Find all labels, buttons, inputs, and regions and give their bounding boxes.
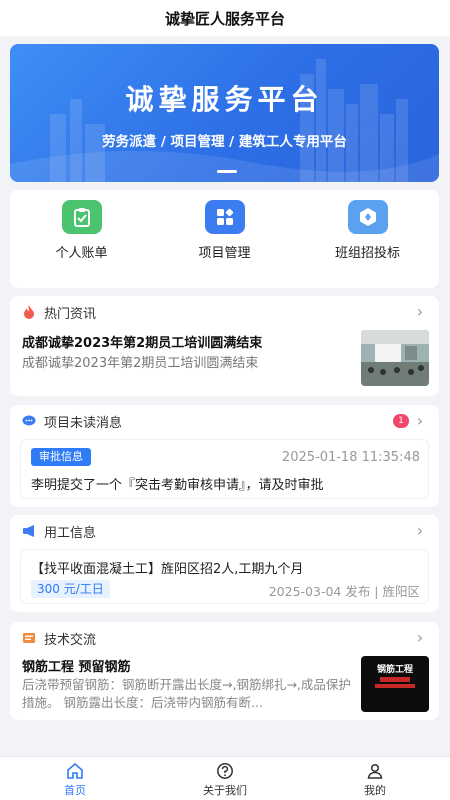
question-circle-icon — [217, 763, 233, 779]
hot-news-card[interactable]: 热门资讯 › 成都诚挚2023年第2期员工培训圆满结束 成都诚挚2023年第2期… — [10, 296, 439, 396]
section-title: 项目未读消息 — [44, 415, 123, 431]
tech-thumbnail[interactable]: 钢筋工程 — [361, 656, 429, 712]
grid-apps-icon — [204, 200, 245, 234]
chevron-right-icon[interactable]: › — [413, 630, 427, 646]
chevron-right-icon[interactable]: › — [413, 304, 427, 320]
clipboard-check-icon — [61, 200, 102, 234]
quick-action-label: 个人账单 — [55, 246, 108, 261]
tech-exchange-card[interactable]: 技术交流 › 钢筋工程 预留钢筋 后浇带预留钢筋：钢筋断开露出长度→,钢筋绑扎→… — [10, 622, 439, 720]
tech-thumbnail-text: 钢筋工程 — [376, 665, 413, 675]
tech-header: 技术交流 › — [10, 622, 439, 654]
message-text: 李明提交了一个『突击考勤审核申请』，请及时审批 — [31, 478, 324, 493]
app-title: 诚挚匠人服务平台 — [164, 9, 285, 28]
job-info-card[interactable]: 用工信息 › 【找平收面混凝土工】旌阳区招2人,工期九个月 300 元/工日 2… — [10, 515, 439, 612]
jobs-header: 用工信息 › — [10, 515, 439, 547]
quick-action-project-management[interactable]: 项目管理 — [170, 200, 280, 288]
tab-home[interactable]: 首页 — [0, 757, 150, 800]
tab-label: 我的 — [364, 784, 386, 797]
salary-tag: 300 元/工日 — [31, 580, 110, 598]
section-title: 热门资讯 — [44, 306, 97, 322]
home-icon — [67, 762, 83, 779]
banner-carousel[interactable]: 诚挚服务平台 劳务派遣 / 项目管理 / 建筑工人专用平台 — [10, 44, 439, 182]
job-item[interactable]: 【找平收面混凝土工】旌阳区招2人,工期九个月 300 元/工日 2025-03-… — [20, 549, 429, 604]
message-item[interactable]: 审批信息 2025-01-18 11:35:48 李明提交了一个『突击考勤审核申… — [20, 439, 429, 499]
job-title: 【找平收面混凝土工】旌阳区招2人,工期九个月 — [31, 562, 304, 577]
unread-messages-card[interactable]: 项目未读消息 1 › 审批信息 2025-01-18 11:35:48 李明提交… — [10, 405, 439, 507]
message-time: 2025-01-18 11:35:48 — [281, 450, 420, 465]
banner-subtitle: 劳务派遣 / 项目管理 / 建筑工人专用平台 — [102, 134, 347, 150]
quick-actions: 个人账单 项目管理 班组招投标 — [10, 190, 439, 288]
unread-count-badge: 1 — [393, 414, 409, 428]
quick-action-label: 项目管理 — [198, 246, 251, 261]
hot-news-header: 热门资讯 › — [10, 296, 439, 328]
banner-title: 诚挚服务平台 — [125, 83, 324, 116]
tab-label: 关于我们 — [203, 784, 247, 797]
bottom-tab-bar: 首页 关于我们 我的 — [0, 756, 450, 800]
hexagon-icon — [347, 200, 388, 234]
chevron-right-icon[interactable]: › — [413, 413, 427, 429]
quick-action-label: 班组招投标 — [334, 246, 400, 261]
thumbnail-red-bar — [375, 684, 415, 688]
tech-headline[interactable]: 钢筋工程 预留钢筋 — [22, 656, 131, 675]
user-icon — [367, 763, 383, 779]
tab-mine[interactable]: 我的 — [300, 757, 450, 800]
news-thumbnail[interactable] — [361, 330, 429, 386]
news-headline[interactable]: 成都诚挚2023年第2期员工培训圆满结束 — [22, 332, 262, 351]
section-title: 用工信息 — [44, 525, 97, 541]
quick-action-team-bidding[interactable]: 班组招投标 — [313, 200, 423, 288]
megaphone-icon — [22, 524, 36, 538]
section-title: 技术交流 — [44, 632, 97, 648]
messages-header: 项目未读消息 1 › — [10, 405, 439, 437]
chat-bubble-icon — [22, 414, 36, 428]
book-icon — [22, 631, 36, 645]
chevron-right-icon[interactable]: › — [413, 523, 427, 539]
tech-summary: 后浇带预留钢筋：钢筋断开露出长度→,钢筋绑扎→,成品保护措施。 钢筋露出长度：后… — [22, 677, 351, 710]
quick-action-personal-bill[interactable]: 个人账单 — [27, 200, 137, 288]
tab-about-us[interactable]: 关于我们 — [150, 757, 300, 800]
approval-tag: 审批信息 — [31, 448, 91, 466]
thumbnail-red-bar — [380, 677, 410, 682]
top-bar: 诚挚匠人服务平台 — [0, 0, 450, 36]
job-meta: 2025-03-04 发布 | 旌阳区 — [268, 584, 420, 599]
carousel-indicator — [217, 170, 237, 173]
news-summary: 成都诚挚2023年第2期员工培训圆满结束 — [22, 356, 259, 371]
flame-icon — [22, 305, 36, 319]
tab-label: 首页 — [64, 784, 86, 797]
